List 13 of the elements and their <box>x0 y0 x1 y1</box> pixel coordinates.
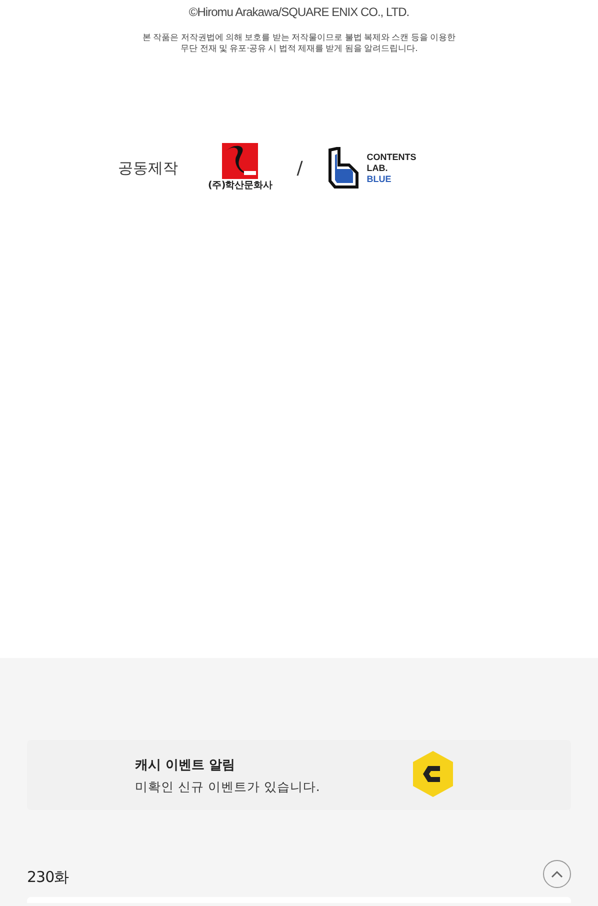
event-message: 미확인 신규 이벤트가 있습니다. <box>135 778 321 796</box>
publisher-name: (주)학산문화사 <box>208 179 273 193</box>
notice-text: 무단 전재 및 유포·공유 시 법적 제재를 받게 됨을 알려드립니다. <box>180 44 418 55</box>
copyright-text: ©Hiromu Arakawa/SQUARE ENIX CO., LTD. <box>188 4 410 21</box>
episode-title: 230화 <box>27 867 69 888</box>
event-title: 캐시 이벤트 알림 <box>135 757 236 775</box>
studio-name-text: BLUE <box>366 174 392 185</box>
event-banner[interactable]: 캐시 이벤트 알림 미확인 신규 이벤트가 있습니다. <box>27 740 571 810</box>
studio-name-text: CONTENTS <box>366 152 416 163</box>
studio-name-text: LAB. <box>366 162 389 174</box>
coproduction-label: 공동제작 <box>118 158 179 179</box>
separator-text: / <box>296 156 303 181</box>
notice-text: 본 작품은 저작권법에 의해 보호를 받는 저작물이므로 불법 복제와 스캔 등을 이용한 <box>141 33 457 44</box>
